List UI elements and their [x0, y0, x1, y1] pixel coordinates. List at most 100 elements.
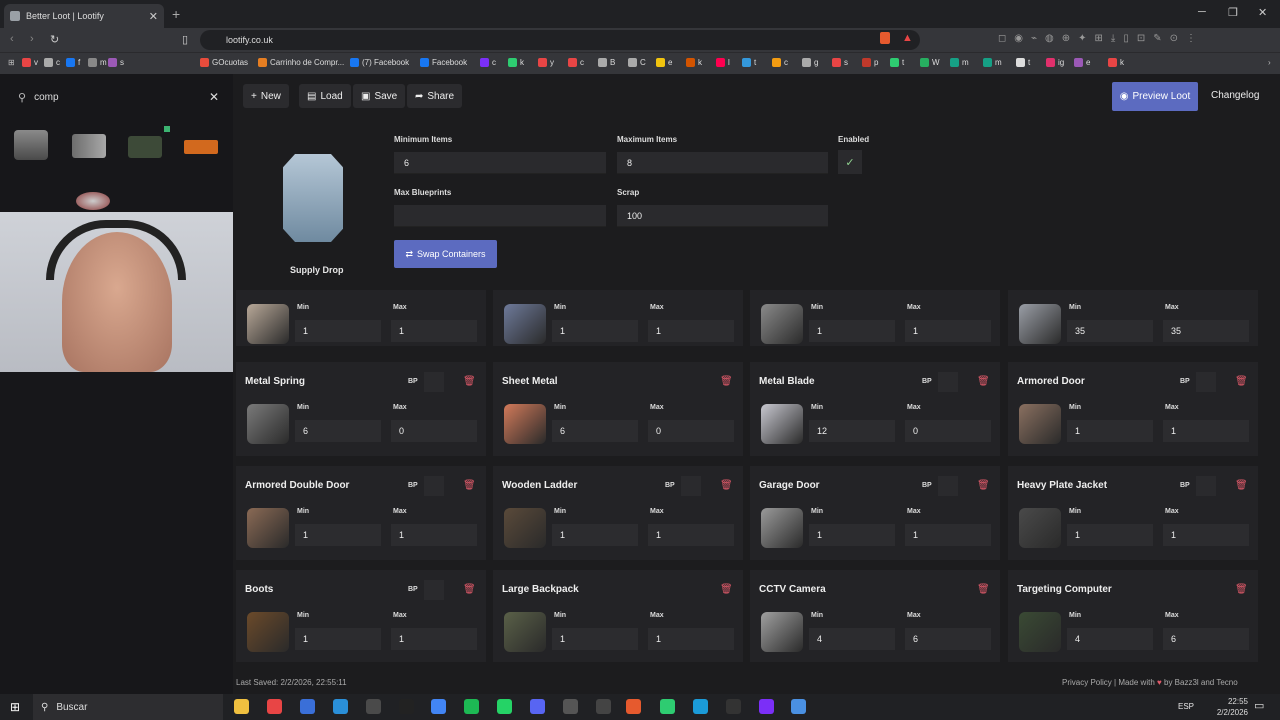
taskbar-app-icon[interactable]	[267, 699, 282, 714]
item-min-input[interactable]: 1	[552, 320, 638, 342]
system-tray[interactable]: 22:55 2/2/2026	[1217, 696, 1248, 718]
enabled-checkbox[interactable]: ✓	[838, 150, 862, 174]
brave-rewards-icon[interactable]: ▲	[902, 32, 913, 44]
taskbar-app-icon[interactable]	[497, 699, 512, 714]
bookmark-item[interactable]: m	[983, 58, 1002, 67]
item-thumb-targeting[interactable]	[128, 136, 162, 158]
bookmark-item[interactable]: c	[480, 58, 496, 67]
item-max-input[interactable]: 6	[1163, 628, 1249, 650]
taskbar-app-icon[interactable]	[333, 699, 348, 714]
bookmark-item[interactable]: v	[22, 58, 38, 67]
bookmark-item[interactable]: g	[802, 58, 818, 67]
taskbar-app-icon[interactable]	[596, 699, 611, 714]
item-min-input[interactable]: 1	[295, 628, 381, 650]
bookmark-item[interactable]: k	[686, 58, 702, 67]
item-min-input[interactable]: 1	[809, 524, 895, 546]
taskbar-app-icon[interactable]	[464, 699, 479, 714]
taskbar-app-icon[interactable]	[234, 699, 249, 714]
min-items-input[interactable]: 6	[394, 152, 606, 174]
item-min-input[interactable]: 1	[552, 628, 638, 650]
item-min-input[interactable]: 1	[1067, 420, 1153, 442]
clear-search-icon[interactable]: ✕	[209, 90, 219, 104]
item-min-input[interactable]: 1	[1067, 524, 1153, 546]
item-min-input[interactable]: 4	[809, 628, 895, 650]
bookmark-item[interactable]: f	[66, 58, 80, 67]
taskbar-app-icon[interactable]	[399, 699, 414, 714]
trash-icon[interactable]: 🗑	[720, 377, 733, 387]
item-max-input[interactable]: 0	[905, 420, 991, 442]
bp-checkbox[interactable]	[938, 372, 958, 392]
bookmark-item[interactable]: p	[862, 58, 878, 67]
item-min-input[interactable]: 35	[1067, 320, 1153, 342]
bookmark-item[interactable]: W	[920, 58, 940, 67]
bp-checkbox[interactable]	[424, 580, 444, 600]
load-button[interactable]: ▤ Load	[299, 84, 351, 108]
brave-shield-icon[interactable]	[880, 32, 890, 44]
taskbar-app-icon[interactable]	[693, 699, 708, 714]
trash-icon[interactable]: 🗑	[720, 481, 733, 491]
trash-icon[interactable]: 🗑	[1235, 585, 1248, 595]
item-min-input[interactable]: 4	[1067, 628, 1153, 650]
tab-close-icon[interactable]: ✕	[149, 10, 158, 23]
taskbar-app-icon[interactable]	[366, 699, 381, 714]
trash-icon[interactable]: 🗑	[463, 481, 476, 491]
bookmark-item[interactable]: s	[108, 58, 124, 67]
item-max-input[interactable]: 1	[391, 524, 477, 546]
item-min-input[interactable]: 1	[552, 524, 638, 546]
bookmark-item[interactable]: c	[44, 58, 60, 67]
bookmark-item[interactable]: c	[772, 58, 788, 67]
windows-start-icon[interactable]: ⊞	[10, 700, 20, 714]
bookmark-item[interactable]: l	[716, 58, 730, 67]
bookmark-item[interactable]: m	[88, 58, 107, 67]
scrap-input[interactable]: 100	[617, 205, 828, 227]
taskbar-app-icon[interactable]	[563, 699, 578, 714]
bookmark-item[interactable]: Facebook	[420, 58, 467, 67]
bookmark-item[interactable]: t	[742, 58, 756, 67]
bookmark-item[interactable]: ig	[1046, 58, 1064, 67]
item-max-input[interactable]: 1	[648, 320, 734, 342]
taskbar-search[interactable]: ⚲ Buscar	[33, 694, 223, 720]
item-thumb-part[interactable]	[76, 192, 110, 210]
bookmark-item[interactable]: B	[598, 58, 615, 67]
share-button[interactable]: ➦ Share	[407, 84, 463, 108]
bp-checkbox[interactable]	[1196, 476, 1216, 496]
trash-icon[interactable]: 🗑	[977, 585, 990, 595]
bp-checkbox[interactable]	[938, 476, 958, 496]
bookmark-item[interactable]: m	[950, 58, 969, 67]
item-max-input[interactable]: 6	[905, 628, 991, 650]
preview-loot-button[interactable]: ◉ Preview Loot	[1112, 82, 1198, 111]
item-min-input[interactable]: 6	[552, 420, 638, 442]
bookmark-item[interactable]: y	[538, 58, 554, 67]
taskbar-app-icon[interactable]	[530, 699, 545, 714]
minimize-button[interactable]: ─	[1198, 6, 1206, 18]
maximize-button[interactable]: ❐	[1228, 6, 1238, 19]
notification-icon[interactable]: ▭	[1254, 699, 1264, 712]
max-blueprints-input[interactable]	[394, 205, 606, 227]
taskbar-app-icon[interactable]	[726, 699, 741, 714]
bp-checkbox[interactable]	[1196, 372, 1216, 392]
reload-icon[interactable]: ↻	[50, 33, 59, 46]
bookmark-item[interactable]: Carrinho de Compr...	[258, 58, 344, 67]
item-max-input[interactable]: 1	[1163, 524, 1249, 546]
bookmark-item[interactable]: e	[656, 58, 672, 67]
taskbar-app-icon[interactable]	[431, 699, 446, 714]
taskbar-app-icon[interactable]	[791, 699, 806, 714]
new-tab-button[interactable]: +	[172, 6, 180, 22]
taskbar-app-icon[interactable]	[759, 699, 774, 714]
item-min-input[interactable]: 12	[809, 420, 895, 442]
bookmark-item[interactable]: e	[1074, 58, 1090, 67]
bookmark-item[interactable]: s	[832, 58, 848, 67]
changelog-link[interactable]: Changelog	[1211, 90, 1259, 101]
item-max-input[interactable]: 1	[648, 628, 734, 650]
bookmark-item[interactable]: (7) Facebook	[350, 58, 409, 67]
max-items-input[interactable]: 8	[617, 152, 828, 174]
save-button[interactable]: ▣ Save	[353, 84, 406, 108]
extension-icons[interactable]: ◻◉⌁◍⊕✦⊞⤓▯⊡✎⊙⋮	[998, 33, 1204, 44]
language-indicator[interactable]: ESP	[1178, 702, 1194, 711]
item-min-input[interactable]: 1	[809, 320, 895, 342]
item-search-input[interactable]: ⚲ comp ✕	[8, 85, 223, 109]
trash-icon[interactable]: 🗑	[1235, 377, 1248, 387]
bookmark-item[interactable]: t	[1016, 58, 1030, 67]
new-button[interactable]: + New	[243, 84, 289, 108]
item-max-input[interactable]: 0	[648, 420, 734, 442]
